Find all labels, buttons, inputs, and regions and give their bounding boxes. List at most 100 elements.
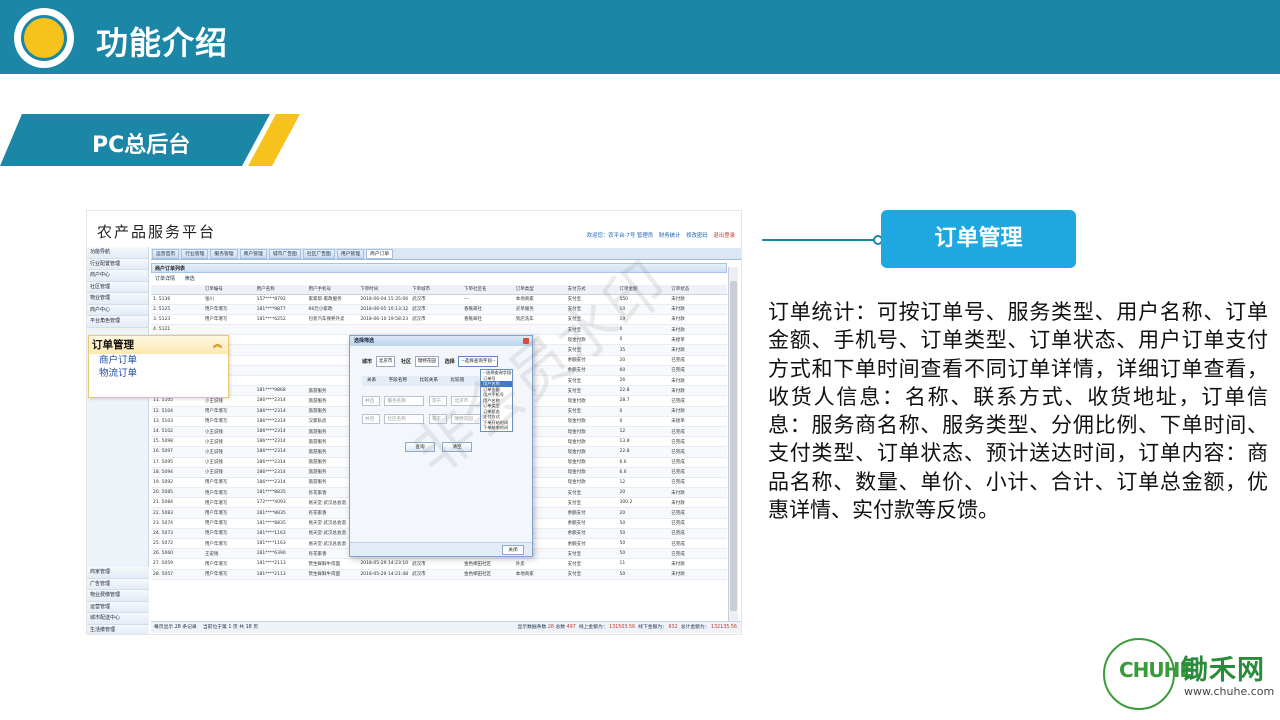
table-cell: 香蕉邮社 — [461, 304, 514, 315]
table-row[interactable]: 27. 5059 用户年增写 181****2113 赞生鲜鲜牛肉面 2018-05-2… — [151, 558, 727, 570]
change-password-link[interactable]: 修改密码 — [686, 233, 708, 239]
table-row[interactable]: 4. 5121 支付宝 0 未付款 — [151, 324, 727, 336]
welcome-text: 欢迎您：农平台-7号 管理员 — [586, 233, 654, 239]
tab-item[interactable]: 社区广告图 — [302, 249, 335, 259]
table-cell: 已完成 — [669, 538, 727, 550]
pager-summary: 显示数据条数 28 总数 497 线上金额为： 131503.56 线下金额为：… — [518, 622, 738, 634]
sidebar-item[interactable]: 物业管理 — [87, 293, 148, 305]
order-management-header[interactable]: 订单管理 ︽ — [89, 336, 228, 354]
table-cell: 现金付款 — [565, 477, 618, 489]
collapse-up-icon[interactable]: ︽ — [213, 336, 222, 354]
table-cell: 已完成 — [669, 467, 727, 478]
table-cell: 181****6252 — [254, 314, 307, 326]
sidebar-item[interactable]: 平台角色管理 — [87, 316, 148, 328]
table-cell: 181****9877 — [254, 304, 307, 315]
sidebar-item[interactable]: 商户中心 — [87, 304, 148, 316]
sidebar-item[interactable]: 城市配送中心 — [87, 613, 149, 625]
tab-item[interactable]: 行业管理 — [181, 249, 209, 259]
table-cell: 186****2314 — [254, 446, 307, 458]
table-cell: --- — [461, 294, 514, 305]
relation-select[interactable]: 并且 — [362, 396, 380, 406]
table-cell: 22.8 — [617, 446, 670, 458]
table-row[interactable]: 28. 5057 用户年增写 181****2113 赞生鲜鲜牛肉面 2018-05-2… — [151, 569, 727, 580]
tab-item[interactable]: 运营首页 — [152, 249, 180, 259]
table-cell: 余额支付 — [565, 507, 618, 519]
table-cell: 27. 5059 — [151, 558, 203, 570]
scrollbar-thumb[interactable] — [730, 281, 737, 611]
table-cell: 已完成 — [669, 446, 727, 458]
table-cell: 已完成 — [669, 477, 727, 489]
sidebar-item[interactable]: 广告管理 — [87, 578, 149, 590]
close-icon[interactable] — [523, 338, 529, 344]
column-header: 用户手机号 — [306, 285, 359, 295]
operator-select[interactable]: 等于 — [428, 396, 447, 406]
table-cell: 22.8 — [617, 385, 670, 397]
merchant-orders-link[interactable]: 商户订单 — [89, 354, 228, 367]
online-label: 线上金额为： — [578, 625, 608, 630]
table-scrollbar[interactable] — [728, 267, 738, 621]
table-cell: 用户年增写 — [202, 487, 255, 499]
table-cell: 买单服务 — [513, 304, 566, 315]
field-select[interactable]: --选择查询字段-- — [458, 356, 499, 367]
sidebar-item[interactable]: 社区管理 — [87, 281, 148, 293]
table-cell: 余额支付 — [565, 355, 618, 366]
table-cell: 外卖 — [513, 558, 566, 570]
order-management-title: 订单管理 — [92, 339, 134, 351]
table-cell: 66元小家政 — [306, 304, 359, 315]
table-cell: 186****2314 — [254, 406, 307, 417]
sidebar-item[interactable]: 物业费缴管理 — [87, 590, 149, 602]
tab-item[interactable]: 城市广告图 — [268, 249, 301, 259]
column-header — [151, 285, 203, 295]
table-cell: 2. 5125 — [151, 304, 203, 315]
city-select[interactable]: 北京市 — [375, 356, 396, 367]
operator-select[interactable]: 等于 — [428, 414, 447, 424]
table-cell: 2018-05-29 14:23:10 — [358, 558, 411, 570]
dialog-title-bar: 选择筛选 — [350, 336, 532, 346]
table-cell: 香蕉邮社 — [461, 314, 514, 326]
sidebar-item[interactable]: 商家管理 — [87, 567, 149, 579]
tab-item[interactable]: 服务管理 — [210, 249, 238, 259]
table-cell: 用户年增写 — [202, 538, 255, 550]
tab-item[interactable]: 商户订单 — [366, 249, 394, 259]
table-cell: 支付宝 — [565, 375, 618, 387]
community-select[interactable]: 瑞特花园 — [414, 356, 439, 367]
table-row[interactable]: 2. 5125 用户年增写 181****9877 66元小家政 2018-06-05 … — [151, 304, 727, 315]
sidebar-item[interactable]: 商户中心 — [87, 270, 148, 282]
page-info: 当前位于第 1 页 共 18 页 — [202, 625, 258, 630]
slide-title: 功能介绍 — [96, 24, 229, 62]
dropdown-option[interactable]: --选择查询字段-- — [481, 370, 512, 376]
filter-button[interactable]: 筛选 — [185, 276, 195, 282]
condition-row: 并且 社区名称 等于 瑞特花园 — [362, 414, 494, 424]
table-cell — [202, 324, 255, 336]
table-cell: 支付宝 — [565, 324, 618, 336]
reset-button[interactable]: 清空 — [442, 442, 472, 452]
table-cell: 赞生鲜鲜牛肉面 — [306, 569, 359, 580]
table-cell: 未付款 — [669, 497, 727, 509]
dropdown-option[interactable]: 下单结束时间 — [481, 425, 512, 431]
field-name-input[interactable]: 社区名称 — [384, 414, 425, 424]
finance-link[interactable]: 财务统计 — [659, 233, 681, 239]
table-cell: 支付宝 — [565, 304, 618, 315]
sidebar-item[interactable]: 行业配置管理 — [87, 258, 148, 270]
sidebar-item[interactable]: 生活缴管理 — [87, 624, 149, 634]
logout-link[interactable]: 退出登录 — [713, 233, 735, 239]
table-row[interactable]: 1. 5136 张川 157****8792 家家帮-家政服务 2018-06-04 1… — [151, 294, 727, 305]
sidebar-item[interactable]: 运营管理 — [87, 601, 149, 613]
relation-select[interactable]: 并且 — [362, 414, 380, 424]
field-name-input[interactable]: 服务名称 — [384, 396, 425, 406]
logistics-orders-link[interactable]: 物流订单 — [89, 367, 228, 380]
table-cell: 武汉市 — [410, 304, 462, 315]
per-page-select[interactable]: 每页显示 28 条记录 — [154, 625, 197, 630]
sidebar-item[interactable]: 功能导航 — [87, 247, 148, 259]
table-cell: 未付款 — [669, 569, 727, 580]
brand-url: www.chuhe.com — [1184, 685, 1275, 698]
table-row[interactable]: 3. 5123 用户年增写 181****6252 包装汽车保养外卖 2018-06-1… — [151, 314, 727, 326]
query-button[interactable]: 查询 — [405, 442, 435, 452]
order-detail-button[interactable]: 订单详情 — [155, 276, 175, 282]
table-cell: 0 — [617, 324, 670, 336]
table-cell: 用户年增写 — [202, 569, 255, 580]
table-cell: 已完成 — [669, 507, 727, 519]
tab-item[interactable]: 商户管理 — [239, 249, 267, 259]
tab-item[interactable]: 用户管理 — [336, 249, 365, 259]
dialog-close-button[interactable]: 关闭 — [502, 545, 524, 555]
